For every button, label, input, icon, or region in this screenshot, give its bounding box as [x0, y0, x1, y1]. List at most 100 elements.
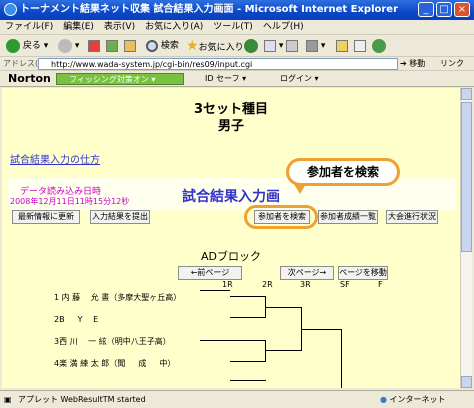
round-3r: 3R — [300, 280, 311, 289]
next-page-button[interactable]: 次ページ→ — [280, 266, 334, 280]
edit-button[interactable]: ▾ — [306, 38, 325, 54]
back-arrow-icon — [6, 38, 20, 53]
address-url: http://www.wada-system.jp/cgi-bin/res09/… — [51, 60, 253, 69]
submit-results-button[interactable]: 入力結果を提出 — [90, 210, 150, 224]
back-button[interactable]: 戻る ▾ — [6, 38, 48, 54]
star-icon: ★ — [186, 38, 199, 54]
forward-button[interactable]: ▾ — [58, 38, 79, 54]
refresh-button[interactable] — [106, 38, 118, 54]
stop-icon — [88, 39, 100, 52]
player-4: 4楽 満 練 太 郎（聞 成 中） — [54, 358, 175, 369]
login-label: ログイン — [280, 74, 312, 83]
globe-icon: ● — [380, 395, 387, 404]
mail-icon — [264, 39, 276, 52]
refresh-icon — [106, 39, 118, 52]
division-heading: 男子 — [217, 119, 244, 134]
research-button[interactable] — [354, 38, 366, 54]
block-title: ADブロック — [201, 250, 261, 263]
menu-tools[interactable]: ツール(T) — [208, 20, 258, 35]
menu-edit[interactable]: 編集(E) — [58, 20, 99, 35]
bracket-match — [230, 340, 266, 362]
favorites-label: お気に入り — [198, 43, 244, 53]
stop-button[interactable] — [88, 38, 100, 54]
status-page-icon: ▣ — [4, 395, 12, 404]
history-button[interactable] — [244, 38, 258, 54]
id-safe-button[interactable]: ID セーフ ▾ — [205, 73, 246, 84]
document-icon — [354, 39, 366, 52]
go-label: 移動 — [409, 59, 426, 68]
print-button[interactable] — [286, 38, 298, 54]
callout-bubble: 参加者を検索 — [286, 158, 400, 186]
main-title: 試合結果入力画 — [182, 189, 280, 205]
round-sf: SF — [340, 280, 350, 289]
scroll-thumb[interactable] — [461, 102, 472, 252]
messenger-button[interactable] — [372, 38, 386, 54]
address-input[interactable]: http://www.wada-system.jp/cgi-bin/res09/… — [38, 58, 398, 70]
menu-bar: ファイル(F) 編集(E) 表示(V) お気に入り(A) ツール(T) ヘルプ(H) — [0, 20, 474, 35]
menu-file[interactable]: ファイル(F) — [0, 20, 58, 35]
bracket-line — [200, 290, 230, 291]
folder-icon — [336, 39, 348, 52]
history-icon — [244, 38, 258, 53]
forward-arrow-icon — [58, 38, 72, 53]
go-button[interactable]: ➔ 移動 — [400, 58, 425, 69]
scroll-up-arrow-icon[interactable] — [461, 88, 472, 100]
home-icon — [124, 39, 136, 52]
player-1-name: 内 藤 允 晝（多摩大聖ヶ丘高） — [61, 293, 182, 302]
minimize-button[interactable]: _ — [418, 2, 434, 17]
bracket-match — [266, 307, 302, 351]
edit-icon — [306, 39, 318, 52]
norton-toolbar: Norton フィッシング対策オン ▾ ID セーフ ▾ ログイン ▾ — [0, 71, 474, 87]
close-button[interactable]: × — [454, 2, 470, 17]
highlight-ring — [244, 205, 318, 229]
phishing-label: フィッシング対策オン — [69, 75, 149, 84]
load-time-value: 2008年12月11日11時15分12秒 — [10, 197, 130, 206]
tournament-progress-button[interactable]: 大会進行状況 — [386, 210, 438, 224]
round-2r: 2R — [262, 280, 273, 289]
links-label[interactable]: リンク — [440, 58, 464, 69]
zone-label: インターネット — [389, 395, 446, 404]
menu-favorites[interactable]: お気に入り(A) — [140, 20, 208, 35]
internet-zone: ● インターネット — [380, 391, 446, 408]
menu-help[interactable]: ヘルプ(H) — [258, 20, 309, 35]
player-4-name: 楽 満 練 太 郎（聞 成 中） — [59, 359, 176, 368]
maximize-button[interactable]: □ — [436, 2, 452, 17]
player-2-name: B Y E — [59, 315, 99, 324]
status-bar: ▣ アプレット WebResultTM started ● インターネット — [0, 390, 474, 408]
how-to-input-link[interactable]: 試合結果入力の仕方 — [10, 151, 100, 166]
search-label: 検索 — [160, 41, 179, 51]
player-1-no: 1 — [54, 293, 60, 302]
menu-view[interactable]: 表示(V) — [99, 20, 140, 35]
player-3: 3西 川 一 絃（明中八王子高） — [54, 336, 171, 347]
bracket-match — [230, 296, 266, 318]
id-safe-label: ID セーフ — [205, 74, 240, 83]
participant-results-button[interactable]: 参加者成績一覧 — [318, 210, 378, 224]
home-button[interactable] — [124, 38, 136, 54]
player-1: 1 内 藤 允 晝（多摩大聖ヶ丘高） — [54, 292, 181, 303]
move-page-button[interactable]: ページを移動 — [338, 266, 388, 280]
norton-logo: Norton — [8, 72, 51, 85]
mail-button[interactable]: ▾ — [264, 38, 283, 54]
ie-icon — [4, 3, 17, 16]
player-2: 2B Y E — [54, 314, 98, 325]
vertical-scrollbar[interactable] — [460, 88, 472, 388]
favorites-button[interactable]: ★お気に入り — [186, 38, 244, 54]
round-f: F — [378, 280, 383, 289]
bracket-line — [230, 380, 266, 381]
page-content: 3セット種目 男子 試合結果入力の仕方 データ読み込み日時 2008年12月11… — [2, 88, 460, 388]
bracket-match — [302, 329, 342, 388]
address-bar: アドレス(D) http://www.wada-system.jp/cgi-bi… — [0, 57, 474, 71]
scroll-down-arrow-icon[interactable] — [461, 376, 472, 388]
refresh-info-button[interactable]: 最新情報に更新 — [12, 210, 80, 224]
phishing-protection-button[interactable]: フィッシング対策オン ▾ — [56, 73, 184, 85]
callout-pointer — [294, 184, 306, 194]
status-text: アプレット WebResultTM started — [18, 395, 146, 404]
login-button[interactable]: ログイン ▾ — [280, 73, 319, 84]
title-bar: トーナメント結果ネット収集 試合結果入力画面 - Microsoft Inter… — [0, 0, 474, 20]
window-title: トーナメント結果ネット収集 試合結果入力画面 - Microsoft Inter… — [20, 4, 399, 15]
discuss-button[interactable] — [336, 38, 348, 54]
prev-page-button[interactable]: ←前ページ — [178, 266, 242, 280]
print-icon — [286, 39, 298, 52]
round-1r: 1R — [222, 280, 233, 289]
search-button[interactable]: 検索 — [146, 38, 179, 54]
